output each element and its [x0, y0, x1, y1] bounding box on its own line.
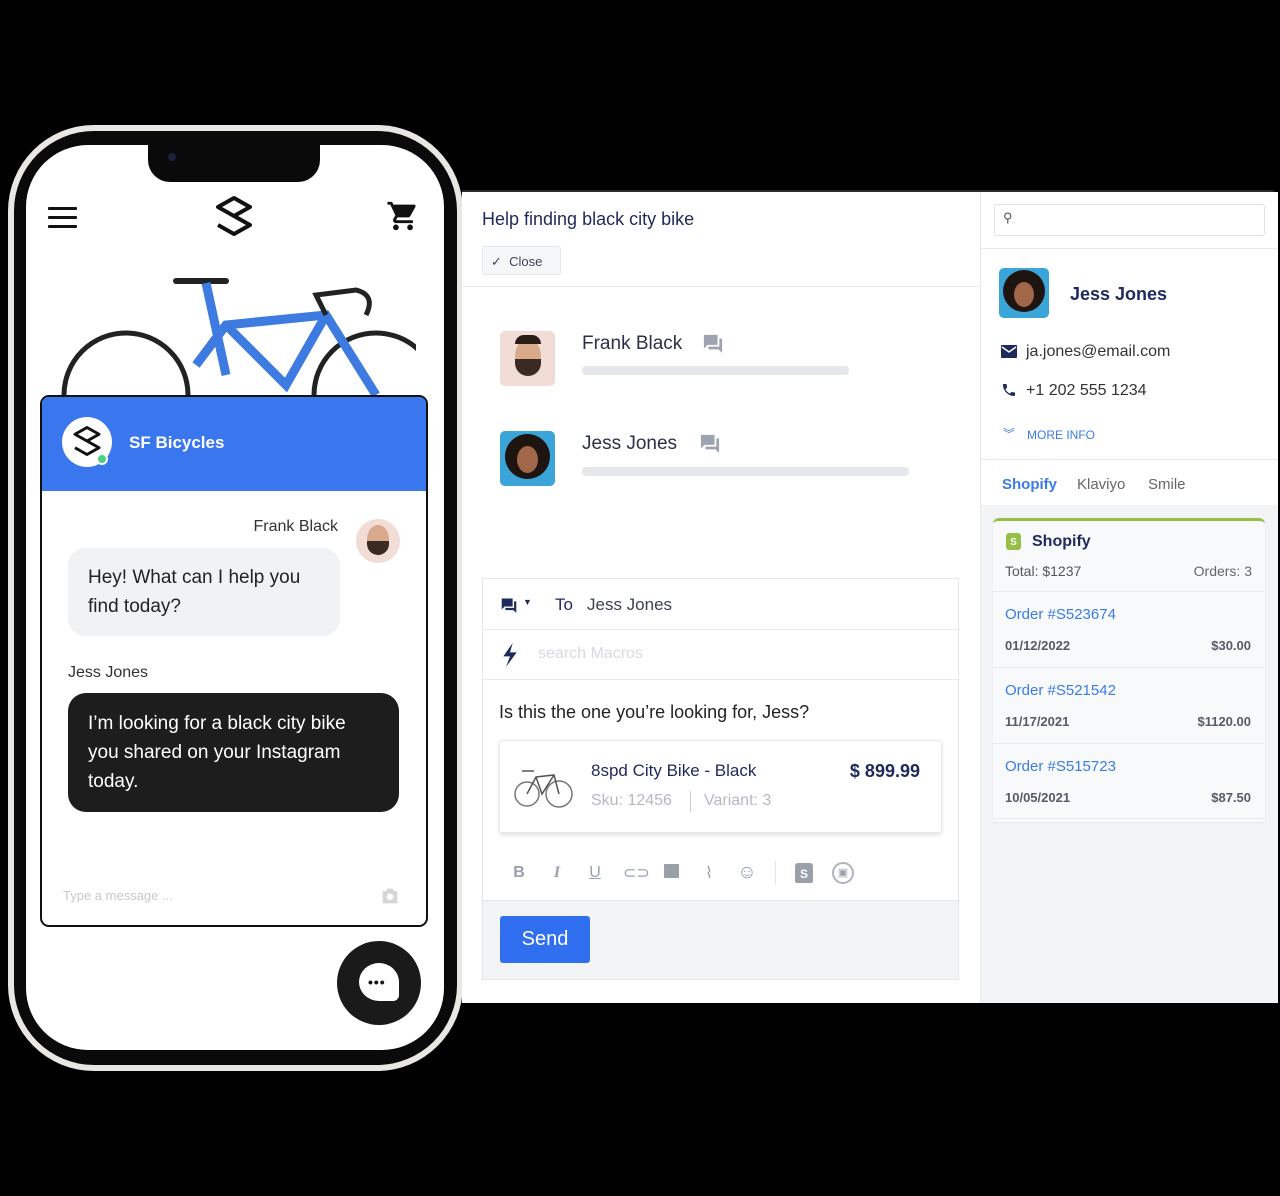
macros-search-input[interactable]: search Macros [538, 645, 643, 663]
order-amount: $87.50 [1211, 790, 1251, 805]
helpdesk-window: Help finding black city bike ✓ Close Fra… [462, 190, 1278, 1003]
chat-channel-icon [700, 434, 720, 453]
order-row[interactable]: Order #S521542 11/17/2021 $1120.00 [993, 667, 1264, 743]
order-id[interactable]: Order #S515723 [1005, 758, 1116, 775]
divider [981, 248, 1278, 249]
close-label: Close [509, 254, 543, 269]
product-card[interactable]: 8spd City Bike - Black $ 899.99 Sku: 124… [499, 740, 942, 833]
customer-name: Jess Jones [1070, 284, 1168, 304]
recipient-field[interactable]: Jess Jones [587, 595, 672, 615]
divider [462, 286, 980, 287]
customer-avatar [999, 268, 1049, 318]
order-row[interactable]: Order #S523674 01/12/2022 $30.00 [993, 591, 1264, 667]
order-amount: $30.00 [1211, 638, 1251, 653]
chat-bubble-icon: ••• [359, 963, 399, 1001]
shopify-orders-count: Orders: 3 [1193, 563, 1252, 579]
chat-channel-icon [703, 334, 723, 353]
message-preview-placeholder [582, 467, 909, 476]
product-thumbnail [514, 770, 573, 808]
hamburger-menu-icon[interactable] [48, 207, 77, 234]
double-chevron-down-icon[interactable]: ︾ [1003, 425, 1015, 442]
to-label: To [555, 595, 573, 614]
customer-email[interactable]: ja.jones@email.com [1026, 343, 1170, 361]
divider [483, 629, 958, 630]
formatting-toolbar: B I U ⊂⊃ ⌇ ☺ S ▣ [509, 861, 854, 885]
participant-name: Frank Black [582, 333, 683, 354]
ticket-title: Help finding black city bike [482, 209, 695, 229]
shopify-icon[interactable]: S [794, 863, 814, 883]
shopify-total: Total: $1237 [1005, 563, 1082, 579]
chat-widget: SF Bicycles Frank Black Hey! What can I … [40, 395, 428, 927]
order-id[interactable]: Order #S523674 [1005, 606, 1116, 623]
bold-icon[interactable]: B [509, 864, 529, 882]
store-logo-icon[interactable] [214, 195, 254, 237]
underline-icon[interactable]: U [585, 864, 605, 882]
image-icon[interactable] [661, 863, 681, 883]
order-row[interactable]: Order #S515723 10/05/2021 $87.50 [993, 743, 1264, 819]
divider [483, 679, 958, 680]
message-author: Frank Black [253, 518, 338, 535]
store-name: SF Bicycles [129, 433, 225, 452]
chevron-down-icon[interactable]: ▼ [523, 597, 532, 607]
bike-image [61, 278, 416, 405]
cart-icon[interactable] [386, 199, 420, 233]
chat-header: SF Bicycles [42, 397, 426, 491]
divider [981, 459, 1278, 460]
order-date: 10/05/2021 [1005, 790, 1071, 805]
participant-avatar [500, 431, 555, 486]
send-button[interactable]: Send [500, 916, 590, 963]
toolbar-divider [775, 861, 776, 885]
online-status-dot [96, 453, 108, 465]
customer-phone[interactable]: +1 202 555 1234 [1026, 382, 1147, 400]
shopify-logo-icon: S [1006, 533, 1021, 550]
attachment-icon[interactable]: ⌇ [699, 863, 719, 883]
shopify-card-title: Shopify [1032, 533, 1091, 550]
product-variant: Variant: 3 [704, 792, 772, 809]
product-name: 8spd City Bike - Black [591, 761, 757, 780]
tab-smile[interactable]: Smile [1148, 476, 1186, 493]
italic-icon[interactable]: I [547, 864, 567, 882]
participant-avatar [500, 331, 555, 386]
search-icon: ⚲ [1003, 210, 1013, 225]
product-box-icon[interactable]: ▣ [832, 862, 854, 884]
message-author: Jess Jones [68, 664, 149, 681]
customer-sidebar: ⚲ Jess Jones ja.jones@email.com +1 202 5… [980, 192, 1278, 1003]
order-date: 11/17/2021 [1005, 714, 1070, 729]
order-id[interactable]: Order #S521542 [1005, 682, 1116, 699]
link-icon[interactable]: ⊂⊃ [623, 863, 650, 883]
divider [690, 791, 691, 812]
phone-icon [1003, 384, 1015, 396]
order-date: 01/12/2022 [1005, 638, 1071, 653]
agent-avatar [356, 519, 400, 563]
shopify-card: S Shopify Total: $1237 Orders: 3 Order #… [993, 518, 1265, 822]
email-icon [1001, 345, 1017, 358]
message-input[interactable]: Type a message ... [63, 888, 173, 903]
camera-icon[interactable] [380, 887, 400, 905]
store-avatar [62, 417, 112, 467]
reply-body[interactable]: Is this the one you’re looking for, Jess… [499, 702, 809, 723]
product-price: $ 899.99 [849, 761, 920, 781]
order-amount: $1120.00 [1197, 714, 1251, 729]
check-icon: ✓ [491, 254, 502, 269]
customer-search-input[interactable]: ⚲ [994, 204, 1265, 236]
more-info-link[interactable]: MORE INFO [1027, 428, 1095, 442]
tab-shopify[interactable]: Shopify [1002, 476, 1057, 493]
participant-name: Jess Jones [582, 433, 678, 454]
composer-footer: Send [483, 900, 958, 979]
tab-klaviyo[interactable]: Klaviyo [1077, 476, 1125, 493]
emoji-icon[interactable]: ☺ [737, 862, 757, 884]
product-sku: Sku: 12456 [591, 792, 672, 809]
phone-notch [148, 145, 320, 182]
close-ticket-button[interactable]: ✓ Close [482, 246, 561, 275]
chat-launcher-button[interactable]: ••• [337, 941, 421, 1025]
message-preview-placeholder [582, 366, 849, 375]
agent-message-bubble: Hey! What can I help you find today? [68, 548, 340, 636]
channel-selector-icon[interactable] [500, 597, 518, 613]
customer-message-bubble: I’m looking for a black city bike you sh… [68, 693, 399, 812]
macro-lightning-icon [503, 643, 517, 667]
reply-composer: ▼ To Jess Jones search Macros Is this th… [482, 578, 959, 980]
